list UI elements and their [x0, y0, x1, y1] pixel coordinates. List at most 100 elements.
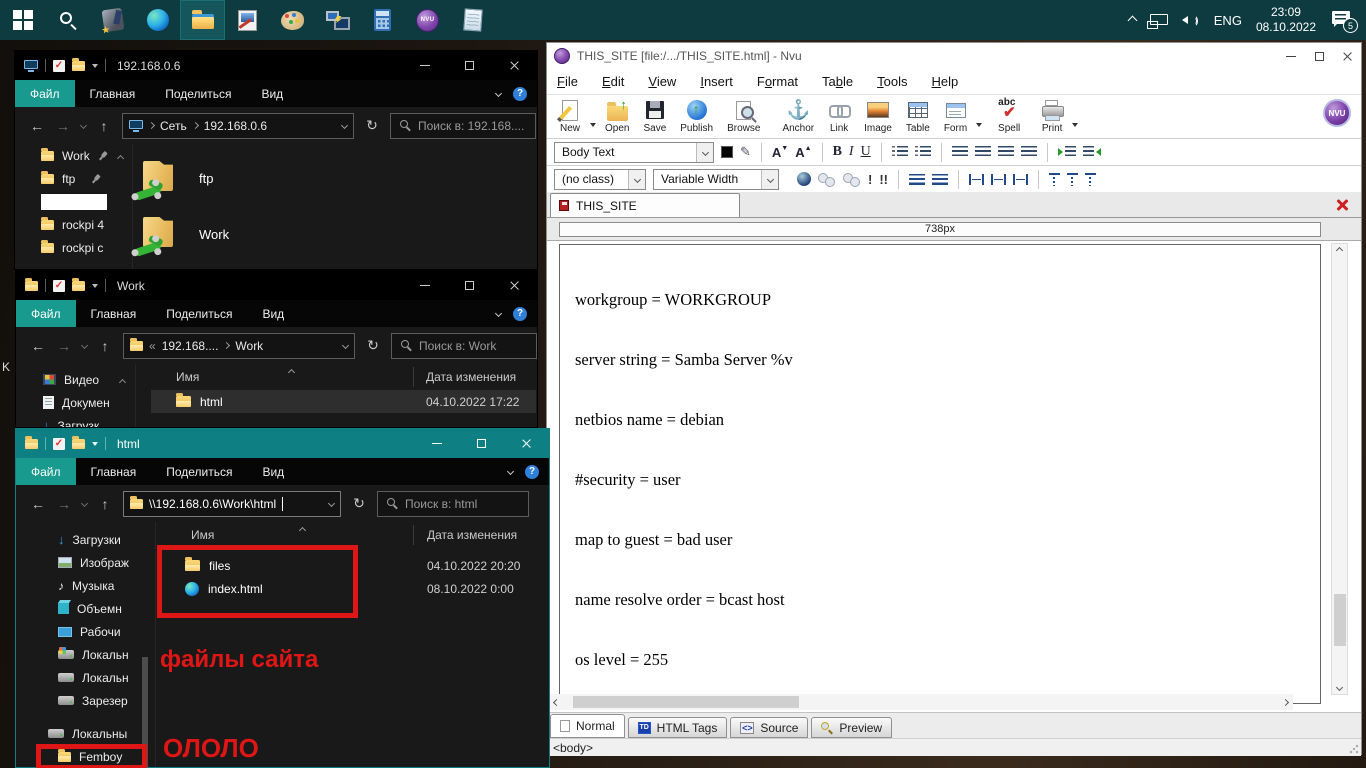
open-button[interactable]: Open: [598, 97, 636, 135]
align-center-icon[interactable]: [974, 146, 991, 158]
table-button[interactable]: Table: [899, 97, 937, 134]
scroll-right-icon[interactable]: [1281, 698, 1290, 706]
column-divider[interactable]: [413, 367, 414, 387]
bold-button[interactable]: B: [833, 144, 842, 160]
css-class-select[interactable]: (no class): [554, 168, 646, 190]
back-button[interactable]: [30, 338, 46, 354]
sidebar-item-desktop[interactable]: Рабочи: [16, 620, 149, 643]
column-date[interactable]: Дата изменения: [427, 528, 517, 542]
text-color-swatch[interactable]: [721, 146, 733, 158]
tab-normal[interactable]: Normal: [550, 714, 625, 738]
document-text[interactable]: workgroup = WORKGROUP server string = Sa…: [560, 245, 1320, 712]
spell-button[interactable]: Spell: [990, 97, 1028, 134]
up-button[interactable]: [96, 118, 112, 134]
maximize-button[interactable]: [459, 429, 504, 458]
address-dropdown-icon[interactable]: [341, 341, 350, 350]
taskbar-notepad-button[interactable]: [450, 0, 495, 40]
refresh-button[interactable]: [351, 495, 367, 512]
taskbar-palette-button[interactable]: [270, 0, 315, 40]
column-date[interactable]: Дата изменения: [426, 370, 516, 384]
help-icon[interactable]: [513, 86, 527, 101]
tray-volume-button[interactable]: [1175, 0, 1207, 40]
up-button[interactable]: [97, 338, 113, 354]
sidebar-item-ftp[interactable]: ftp: [15, 167, 131, 190]
address-input-value[interactable]: \\192.168.0.6\Work\html: [149, 497, 276, 511]
new-folder-icon[interactable]: [72, 435, 85, 449]
tab-source[interactable]: Source: [730, 717, 809, 738]
file-row-html[interactable]: html 04.10.2022 17:22: [151, 390, 536, 413]
address-bar[interactable]: Сеть 192.168.0.6: [122, 112, 354, 139]
strong-emphasis-icon[interactable]: !!: [879, 172, 888, 187]
ribbon-expand-icon[interactable]: [494, 309, 503, 318]
sidebar-item-3d-objects[interactable]: Объемн: [16, 597, 149, 620]
sidebar-item-rockpi4[interactable]: rockpi 4: [15, 213, 131, 236]
send-backward-icon[interactable]: [843, 172, 861, 187]
address-bar[interactable]: « 192.168.... Work: [123, 332, 355, 359]
tab-home[interactable]: Главная: [76, 458, 152, 485]
absolute-position-icon[interactable]: [797, 172, 811, 186]
taskbar-app-star-button[interactable]: [90, 0, 135, 40]
tab-share[interactable]: Поделиться: [151, 458, 247, 485]
tab-file[interactable]: Файл: [16, 300, 76, 327]
tab-home[interactable]: Главная: [76, 300, 152, 327]
sidebar-item-work[interactable]: Work: [15, 144, 131, 167]
image-button[interactable]: Image: [857, 97, 899, 134]
search-box[interactable]: Поиск в: 192.168....: [390, 112, 536, 139]
breadcrumb-root[interactable]: Сеть: [160, 119, 187, 133]
taskbar-edge-button[interactable]: [135, 0, 180, 40]
close-button[interactable]: [492, 51, 537, 80]
font-select[interactable]: Variable Width: [653, 168, 779, 190]
menu-format[interactable]: Format: [757, 74, 798, 89]
close-button[interactable]: [504, 429, 549, 458]
bring-forward-icon[interactable]: [818, 172, 836, 187]
column-name[interactable]: Имя: [176, 370, 199, 384]
increase-font-button[interactable]: A ▲: [795, 145, 811, 160]
tab-share[interactable]: Поделиться: [151, 300, 247, 327]
italic-button[interactable]: I: [849, 144, 854, 160]
new-folder-icon[interactable]: [72, 57, 85, 71]
form-button[interactable]: Form: [937, 97, 974, 134]
tray-clock[interactable]: 23:09 08.10.2022: [1249, 0, 1323, 40]
sort-indicator-icon[interactable]: [298, 522, 307, 536]
minimize-button[interactable]: [402, 51, 447, 80]
sidebar-item-downloads[interactable]: Загрузки: [16, 528, 149, 551]
help-icon[interactable]: [513, 306, 527, 321]
scroll-left-icon[interactable]: [552, 698, 561, 706]
tab-home[interactable]: Главная: [75, 80, 151, 107]
horizontal-scrollbar[interactable]: [549, 694, 1293, 710]
notification-center-button[interactable]: 5: [1323, 0, 1366, 40]
browse-button[interactable]: Browse: [720, 97, 767, 134]
chevron-down-icon[interactable]: [92, 63, 98, 68]
breadcrumb-root[interactable]: 192.168....: [162, 339, 219, 353]
tab-share[interactable]: Поделиться: [150, 80, 246, 107]
emphasis-icon[interactable]: !: [868, 172, 872, 187]
menu-file[interactable]: File: [557, 74, 578, 89]
properties-icon[interactable]: [53, 59, 65, 72]
tray-language-button[interactable]: ENG: [1207, 0, 1249, 40]
recent-locations-icon[interactable]: [79, 121, 88, 130]
title-bar[interactable]: THIS_SITE [file:/.../THIS_SITE.html] - N…: [547, 43, 1361, 69]
save-button[interactable]: Save: [636, 97, 673, 134]
sidebar-scroll-up[interactable]: [118, 372, 127, 390]
search-box[interactable]: Поиск в: html: [377, 490, 529, 517]
close-button[interactable]: [1333, 43, 1361, 69]
numbered-list-icon[interactable]: [891, 146, 908, 158]
chevron-down-icon[interactable]: [92, 441, 98, 446]
taskbar-calculator-button[interactable]: [360, 0, 405, 40]
forward-button[interactable]: [56, 338, 72, 354]
forward-button[interactable]: [56, 496, 72, 512]
tab-file[interactable]: Файл: [16, 458, 76, 485]
maximize-button[interactable]: [447, 51, 492, 80]
publish-button[interactable]: Publish: [673, 97, 720, 134]
line-spacing-icon-2[interactable]: [932, 173, 949, 185]
decrease-font-button[interactable]: A ▼: [772, 145, 788, 160]
outdent-icon[interactable]: [1082, 146, 1101, 158]
tab-html-tags[interactable]: HTML Tags: [627, 717, 728, 738]
new-folder-icon[interactable]: [72, 277, 85, 291]
align-justify-icon[interactable]: [1020, 146, 1037, 158]
maximize-button[interactable]: [1305, 43, 1333, 69]
file-item-ftp[interactable]: ftp: [134, 152, 229, 204]
sidebar-item-local-disk-c[interactable]: Локальн: [16, 643, 149, 666]
h-spacing-icon-2[interactable]: [991, 173, 1007, 185]
document-tab[interactable]: THIS_SITE: [550, 193, 740, 217]
